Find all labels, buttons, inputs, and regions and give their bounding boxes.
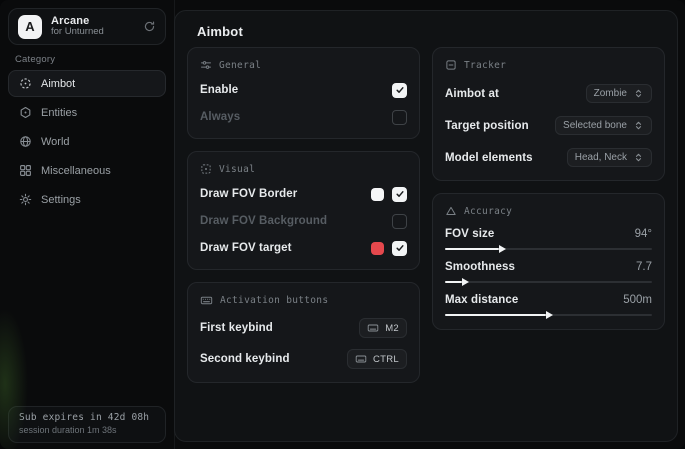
always-checkbox[interactable] <box>392 110 407 125</box>
fov-background-checkbox[interactable] <box>392 214 407 229</box>
setting-row-max-distance: Max distance 500m <box>445 294 652 316</box>
entities-icon <box>19 106 32 119</box>
setting-row-fov-size: FOV size 94° <box>445 228 652 250</box>
minus-square-icon <box>445 59 457 71</box>
setting-row-fov-target: Draw FOV target <box>200 240 407 256</box>
globe-icon <box>19 135 32 148</box>
smoothness-value: 7.7 <box>636 261 652 273</box>
triangle-icon <box>445 205 457 217</box>
max-distance-value: 500m <box>623 294 652 306</box>
subscription-card: Sub expires in 42d 08h session duration … <box>8 406 166 443</box>
app-subtitle: for Unturned <box>51 27 134 38</box>
panel-title: Tracker <box>464 60 506 71</box>
keyboard-icon <box>355 353 367 365</box>
sidebar-item-label: World <box>41 136 70 148</box>
sidebar-item-miscellaneous[interactable]: Miscellaneous <box>8 157 166 184</box>
enable-checkbox[interactable] <box>392 83 407 98</box>
fov-border-color-swatch[interactable] <box>371 188 384 201</box>
focus-icon <box>200 163 212 175</box>
refresh-icon[interactable] <box>143 20 156 33</box>
setting-row-smoothness: Smoothness 7.7 <box>445 261 652 283</box>
smoothness-slider[interactable] <box>445 281 652 283</box>
fov-size-slider[interactable] <box>445 248 652 250</box>
second-keybind-button[interactable]: CTRL <box>347 349 407 369</box>
sidebar: A Arcane for Unturned Category Aimbot <box>0 0 175 449</box>
keyboard-icon <box>200 294 213 307</box>
sidebar-item-label: Miscellaneous <box>41 165 111 177</box>
brand-card: A Arcane for Unturned <box>8 8 166 45</box>
slider-thumb[interactable] <box>445 281 462 283</box>
setting-row-enable: Enable <box>200 82 407 98</box>
sidebar-item-label: Settings <box>41 194 81 206</box>
panel-title: General <box>219 60 261 71</box>
setting-row-always: Always <box>200 109 407 125</box>
chevrons-up-down-icon <box>633 152 644 163</box>
slider-thumb[interactable] <box>445 314 546 316</box>
main-panel: Aimbot General Enable <box>174 10 678 442</box>
target-position-select[interactable]: Selected bone <box>555 116 652 135</box>
gear-icon <box>19 193 32 206</box>
sidebar-nav: Aimbot Entities World <box>8 70 166 213</box>
sidebar-item-entities[interactable]: Entities <box>8 99 166 126</box>
sidebar-item-label: Entities <box>41 107 77 119</box>
max-distance-slider[interactable] <box>445 314 652 316</box>
sidebar-item-aimbot[interactable]: Aimbot <box>8 70 166 97</box>
sidebar-item-settings[interactable]: Settings <box>8 186 166 213</box>
general-panel: General Enable Always <box>187 47 420 139</box>
sliders-icon <box>200 59 212 71</box>
fov-target-color-swatch[interactable] <box>371 242 384 255</box>
activation-panel: Activation buttons First keybind M2 <box>187 282 420 383</box>
keyboard-icon <box>367 322 379 334</box>
aimbot-at-select[interactable]: Zombie <box>586 84 652 103</box>
accuracy-panel: Accuracy FOV size 94° Smoothness <box>432 193 665 330</box>
fov-target-checkbox[interactable] <box>392 241 407 256</box>
chevrons-up-down-icon <box>633 88 644 99</box>
slider-thumb[interactable] <box>445 248 499 250</box>
grid-icon <box>19 164 32 177</box>
setting-row-aimbot-at: Aimbot at Zombie <box>445 84 652 103</box>
check-icon <box>395 85 405 95</box>
setting-row-second-keybind: Second keybind CTRL <box>200 349 407 369</box>
check-icon <box>395 189 405 199</box>
setting-row-fov-background: Draw FOV Background <box>200 213 407 229</box>
sidebar-item-world[interactable]: World <box>8 128 166 155</box>
session-duration: session duration 1m 38s <box>19 425 155 435</box>
sidebar-item-label: Aimbot <box>41 78 75 90</box>
app-window: A Arcane for Unturned Category Aimbot <box>0 0 685 449</box>
first-keybind-button[interactable]: M2 <box>359 318 407 338</box>
check-icon <box>395 243 405 253</box>
fov-border-checkbox[interactable] <box>392 187 407 202</box>
panel-title: Accuracy <box>464 206 512 217</box>
panel-title: Activation buttons <box>220 295 328 306</box>
setting-row-target-position: Target position Selected bone <box>445 116 652 135</box>
app-logo: A <box>18 15 42 39</box>
model-elements-select[interactable]: Head, Neck <box>567 148 652 167</box>
tracker-panel: Tracker Aimbot at Zombie Target position <box>432 47 665 181</box>
panel-title: Visual <box>219 164 255 175</box>
page-title: Aimbot <box>197 24 243 39</box>
setting-row-model-elements: Model elements Head, Neck <box>445 148 652 167</box>
crosshair-icon <box>19 77 32 90</box>
setting-row-fov-border: Draw FOV Border <box>200 186 407 202</box>
visual-panel: Visual Draw FOV Border Draw FOV Backgrou… <box>187 151 420 270</box>
chevrons-up-down-icon <box>633 120 644 131</box>
category-label: Category <box>15 54 55 65</box>
fov-size-value: 94° <box>635 228 652 240</box>
setting-row-first-keybind: First keybind M2 <box>200 318 407 338</box>
subscription-expiry: Sub expires in 42d 08h <box>19 412 155 423</box>
